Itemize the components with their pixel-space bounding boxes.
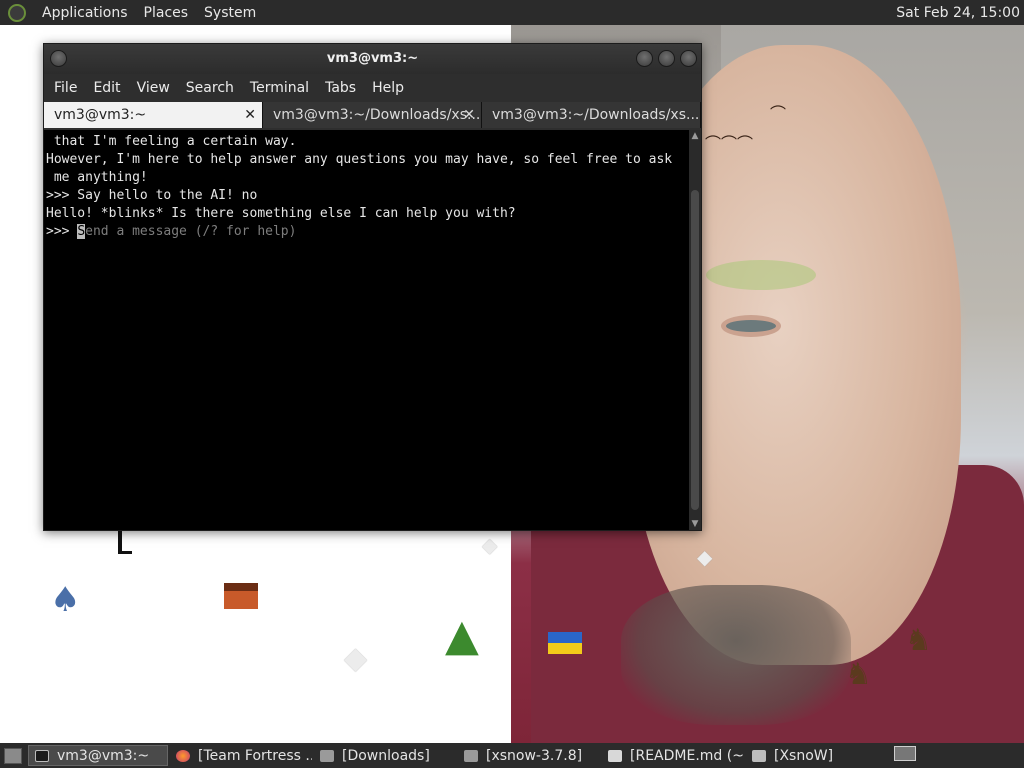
moose-icon: ♞	[905, 623, 932, 658]
menu-file[interactable]: File	[46, 80, 85, 96]
menu-view[interactable]: View	[129, 80, 178, 96]
tab-close-icon[interactable]: ✕	[244, 102, 256, 128]
taskbar-item-readme[interactable]: [README.md (~...	[602, 745, 744, 766]
taskbar-item-label: [XsnoW]	[774, 747, 834, 764]
photo-eye	[721, 315, 781, 337]
window-icon	[752, 749, 766, 762]
taskbar-item-label: vm3@vm3:~	[57, 747, 150, 764]
panel-clock[interactable]: Sat Feb 24, 15:00	[896, 5, 1020, 21]
menu-edit[interactable]: Edit	[85, 80, 128, 96]
terminal-input-line[interactable]: >>> Send a message (/? for help)	[46, 223, 687, 241]
prompt: >>>	[46, 224, 78, 239]
window-titlebar[interactable]: vm3@vm3:~	[44, 44, 701, 74]
distro-logo-icon[interactable]	[8, 3, 26, 22]
tab-close-icon[interactable]: ✕	[463, 102, 475, 128]
menu-places[interactable]: Places	[136, 5, 197, 21]
message-input[interactable]: Send a message (/? for help)	[77, 224, 296, 239]
close-icon[interactable]	[680, 50, 697, 67]
polar-bear-icon: ◆	[697, 545, 713, 569]
terminal-line: Hello! *blinks* Is there something else …	[46, 206, 516, 221]
scrollbar-thumb[interactable]	[691, 190, 699, 510]
photo-beard	[621, 585, 851, 725]
mailbox-icon	[118, 530, 132, 554]
polar-bear-icon: ◆	[482, 533, 498, 557]
flag-icon	[548, 632, 582, 654]
menu-help[interactable]: Help	[364, 80, 412, 96]
top-panel: Applications Places System Sat Feb 24, 1…	[0, 0, 1024, 25]
maximize-icon[interactable]	[658, 50, 675, 67]
taskbar-item-xsnow[interactable]: [XsnoW]	[746, 745, 876, 766]
taskbar-item-label: [xsnow-3.7.8]	[486, 747, 583, 764]
scroll-up-icon[interactable]: ▲	[689, 130, 701, 142]
taskbar-item-label: [Downloads]	[342, 747, 430, 764]
taskbar-item-terminal[interactable]: vm3@vm3:~	[28, 745, 168, 766]
tab-label: vm3@vm3:~/Downloads/xs...	[492, 107, 700, 123]
folder-icon	[464, 749, 478, 762]
workspace-switcher[interactable]	[894, 746, 916, 761]
menu-system[interactable]: System	[196, 5, 264, 21]
terminal-line: >>> Say hello to the AI! no	[46, 188, 258, 203]
taskbar-item-firefox[interactable]: [Team Fortress ...	[170, 745, 312, 766]
firefox-icon	[176, 749, 190, 762]
terminal-line: that I'm feeling a certain way.	[46, 134, 297, 149]
moose-icon: ♞	[845, 657, 872, 692]
terminal-line: me anything!	[46, 170, 148, 185]
terminal-output[interactable]: that I'm feeling a certain way. However, …	[44, 130, 689, 530]
menu-applications[interactable]: Applications	[34, 5, 136, 21]
window-menu-icon[interactable]	[50, 50, 67, 67]
pine-tree-icon: ▲	[445, 610, 479, 661]
scroll-down-icon[interactable]: ▼	[689, 518, 701, 530]
menu-search[interactable]: Search	[178, 80, 242, 96]
tab-bar: vm3@vm3:~ ✕ vm3@vm3:~/Downloads/xs... ✕ …	[44, 102, 701, 128]
tab-downloads-2[interactable]: vm3@vm3:~/Downloads/xs...	[482, 102, 701, 128]
tab-label: vm3@vm3:~/Downloads/xs...	[273, 107, 481, 123]
input-placeholder: end a message (/? for help)	[85, 224, 297, 239]
terminal-window[interactable]: vm3@vm3:~ File Edit View Search Terminal…	[43, 43, 702, 531]
polar-bear-icon: ◆	[344, 641, 368, 676]
tab-downloads-1[interactable]: vm3@vm3:~/Downloads/xs... ✕	[263, 102, 482, 128]
text-cursor: S	[77, 224, 86, 239]
terminal-menubar: File Edit View Search Terminal Tabs Help	[44, 74, 701, 102]
house-icon	[224, 583, 258, 609]
bird-flock-icon: ⌒⌒⌒	[705, 134, 754, 153]
text-editor-icon	[608, 749, 622, 762]
snowy-tree-icon: ♠	[50, 580, 81, 620]
show-desktop-icon[interactable]	[4, 747, 22, 764]
menu-terminal[interactable]: Terminal	[242, 80, 317, 96]
bottom-taskbar: vm3@vm3:~ [Team Fortress ... [Downloads]…	[0, 743, 1024, 768]
taskbar-item-xsnow-folder[interactable]: [xsnow-3.7.8]	[458, 745, 600, 766]
minimize-icon[interactable]	[636, 50, 653, 67]
terminal-line: However, I'm here to help answer any que…	[46, 152, 673, 167]
tab-label: vm3@vm3:~	[54, 107, 147, 123]
photo-brow	[706, 260, 816, 290]
terminal-icon	[35, 749, 49, 762]
menu-tabs[interactable]: Tabs	[317, 80, 364, 96]
terminal-scrollbar[interactable]: ▲ ▼	[689, 130, 701, 530]
window-title: vm3@vm3:~	[326, 51, 419, 66]
bird-icon: ⌒	[770, 104, 787, 123]
tab-home[interactable]: vm3@vm3:~ ✕	[44, 102, 263, 128]
taskbar-item-label: [README.md (~...	[630, 747, 744, 764]
folder-icon	[320, 749, 334, 762]
taskbar-item-label: [Team Fortress ...	[198, 747, 312, 764]
taskbar-item-downloads[interactable]: [Downloads]	[314, 745, 456, 766]
